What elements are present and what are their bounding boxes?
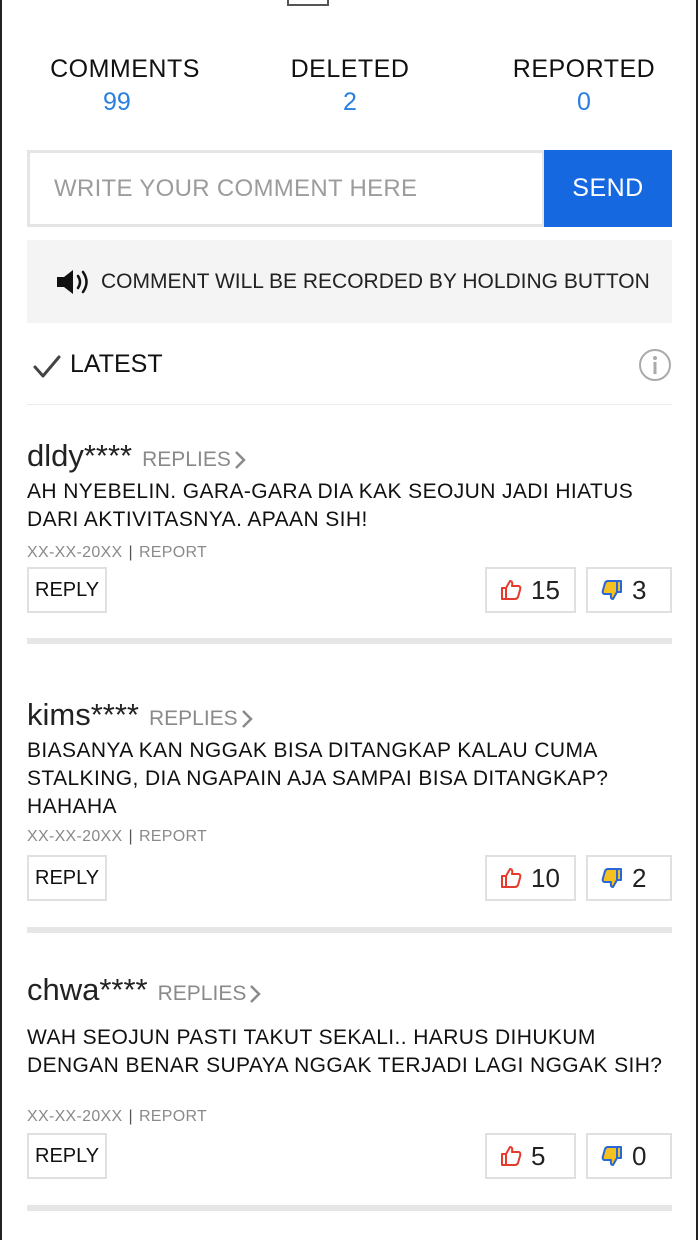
- thumbs-down-icon: [601, 1146, 622, 1166]
- report-link[interactable]: REPORT: [139, 828, 207, 845]
- report-link[interactable]: REPORT: [139, 1108, 207, 1125]
- thumbs-up-icon: [501, 868, 522, 888]
- comment-item: chwa**** REPLIES WAH SEOJUN PASTI TAKUT …: [27, 972, 672, 1182]
- comment-username: dldy****: [27, 438, 133, 473]
- dislike-count: 0: [632, 1140, 647, 1171]
- comment-header: chwa**** REPLIES: [27, 972, 672, 1008]
- replies-link[interactable]: REPLIES: [142, 448, 246, 472]
- comment-header: kims**** REPLIES: [27, 697, 672, 733]
- comment-divider: [27, 1205, 672, 1211]
- dislike-button[interactable]: 2: [586, 855, 672, 901]
- stat-deleted: DELETED 2: [250, 55, 450, 117]
- comment-item: dldy**** REPLIES AH NYEBELIN. GARA-GARA …: [27, 438, 672, 628]
- check-icon: [33, 355, 61, 378]
- dislike-button[interactable]: 3: [586, 567, 672, 613]
- comment-username: kims****: [27, 697, 139, 732]
- thumbs-down-icon: [601, 868, 622, 888]
- stat-reported: REPORTED 0: [484, 55, 684, 117]
- replies-label: REPLIES: [142, 448, 231, 471]
- chevron-right-icon: [234, 451, 246, 469]
- dislike-button[interactable]: 0: [586, 1133, 672, 1179]
- thumbs-up-icon: [501, 580, 522, 600]
- voice-record-bar[interactable]: COMMENT WILL BE RECORDED BY HOLDING BUTT…: [27, 240, 672, 323]
- comment-header: dldy**** REPLIES: [27, 438, 672, 474]
- sort-row: LATEST: [27, 340, 672, 402]
- stat-reported-label: REPORTED: [512, 55, 656, 83]
- chevron-right-icon: [250, 985, 262, 1003]
- dislike-count: 2: [632, 862, 647, 893]
- replies-label: REPLIES: [157, 982, 247, 1005]
- comment-meta: XX-XX-20XX | REPORT: [27, 544, 208, 561]
- stat-deleted-count: 2: [343, 88, 357, 116]
- report-link[interactable]: REPORT: [139, 544, 207, 561]
- chevron-right-icon: [241, 710, 253, 728]
- dislike-count: 3: [632, 574, 647, 605]
- compose-row: SEND: [27, 150, 672, 227]
- like-button[interactable]: 10: [485, 855, 576, 901]
- comment-item: kims**** REPLIES BIASANYA KAN NGGAK BISA…: [27, 697, 672, 907]
- like-count: 5: [531, 1140, 546, 1171]
- like-button[interactable]: 5: [485, 1133, 576, 1179]
- like-count: 10: [531, 862, 560, 893]
- comment-stats: COMMENTS 99 DELETED 2 REPORTED 0: [0, 55, 700, 125]
- comment-meta: XX-XX-20XX | REPORT: [27, 1108, 208, 1125]
- like-button[interactable]: 15: [485, 567, 576, 613]
- comment-input[interactable]: [27, 150, 545, 227]
- thumbs-up-icon: [501, 1146, 522, 1166]
- reply-button[interactable]: REPLY: [27, 1133, 107, 1179]
- comment-text: BIASANYA KAN NGGAK BISA DITANGKAP KALAU …: [27, 739, 609, 818]
- divider: [27, 404, 672, 405]
- reply-button[interactable]: REPLY: [27, 567, 107, 613]
- replies-label: REPLIES: [148, 707, 238, 730]
- like-count: 15: [531, 574, 560, 605]
- comment-date: XX-XX-20XX: [27, 1108, 123, 1125]
- comment-username: chwa****: [27, 972, 148, 1007]
- info-icon[interactable]: [638, 348, 672, 382]
- stat-comments-label: COMMENTS: [50, 55, 200, 83]
- stat-deleted-label: DELETED: [290, 55, 410, 83]
- speaker-icon: [57, 269, 88, 294]
- comment-divider: [27, 638, 672, 644]
- sort-latest[interactable]: LATEST: [70, 350, 163, 379]
- send-button[interactable]: SEND: [544, 150, 672, 227]
- reply-button[interactable]: REPLY: [27, 855, 107, 901]
- stat-comments: COMMENTS 99: [25, 55, 225, 117]
- comment-text: AH NYEBELIN. GARA-GARA DIA KAK SEOJUN JA…: [27, 480, 634, 531]
- comment-divider: [27, 927, 672, 933]
- comment-text: WAH SEOJUN PASTI TAKUT SEKALI.. HARUS DI…: [27, 1026, 663, 1077]
- voice-record-text: COMMENT WILL BE RECORDED BY HOLDING BUTT…: [101, 269, 650, 293]
- comment-date: XX-XX-20XX: [27, 544, 123, 561]
- comment-date: XX-XX-20XX: [27, 828, 123, 845]
- stat-reported-count: 0: [577, 88, 591, 116]
- replies-link[interactable]: REPLIES: [149, 707, 253, 731]
- replies-link[interactable]: REPLIES: [158, 982, 262, 1006]
- stat-comments-count: 99: [103, 88, 131, 116]
- thumbs-down-icon: [601, 580, 622, 600]
- top-tab-handle[interactable]: [287, 0, 329, 6]
- comment-meta: XX-XX-20XX | REPORT: [27, 828, 208, 845]
